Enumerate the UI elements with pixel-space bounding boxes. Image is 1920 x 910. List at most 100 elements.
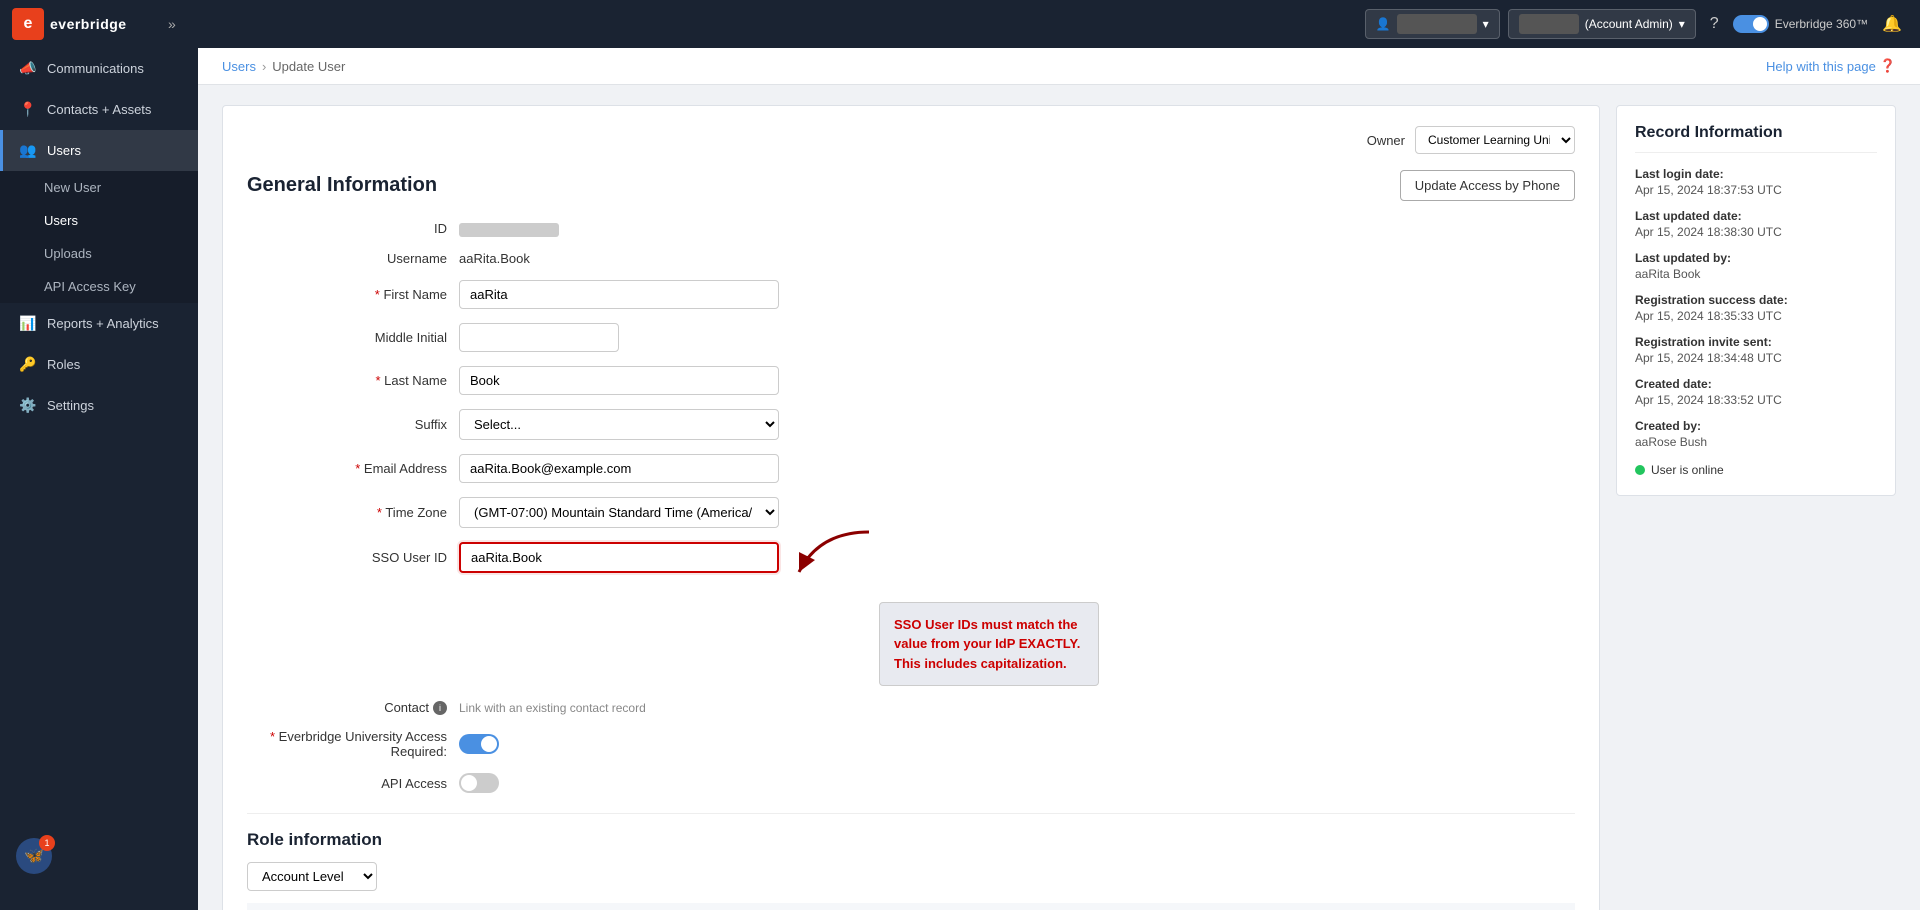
form-row-suffix: Suffix Select... [247,409,1575,440]
sidebar-sub-item-users[interactable]: Users [0,204,198,237]
created-date-label: Created date: [1635,377,1877,391]
everbridge360-toggle[interactable]: Everbridge 360™ [1733,15,1868,33]
email-label: Email Address [247,461,447,476]
sidebar-sub-item-api-access-key[interactable]: API Access Key [0,270,198,303]
sidebar-item-settings[interactable]: ⚙️ Settings [0,385,198,426]
sidebar-sub-item-new-user[interactable]: New User [0,171,198,204]
nav-icons: 👤 ▾ (Account Admin) ▾ ? Everbridge 360™ … [1365,9,1908,39]
breadcrumb-parent[interactable]: Users [222,59,256,74]
online-label: User is online [1651,463,1724,477]
last-name-label: Last Name [247,373,447,388]
sidebar-item-reports-analytics[interactable]: 📊 Reports + Analytics [0,303,198,344]
breadcrumb-current: Update User [272,59,345,74]
sidebar-toggle-button[interactable]: » [164,12,180,36]
sidebar-item-communications[interactable]: 📣 Communications [0,48,198,89]
form-row-id: ID [247,221,1575,237]
timezone-select[interactable]: (GMT-07:00) Mountain Standard Time (Amer… [459,497,779,528]
logo-text: everbridge [50,16,127,32]
users-icon: 👥 [19,142,37,159]
username-value: aaRita.Book [459,251,530,266]
section-header: General Information Update Access by Pho… [247,170,1575,201]
account-admin-label: (Account Admin) [1585,17,1673,31]
form-row-timezone: Time Zone (GMT-07:00) Mountain Standard … [247,497,1575,528]
logo-area: e everbridge [12,8,152,40]
avatar[interactable]: 🦋 1 [16,838,52,874]
sidebar-item-roles[interactable]: 🔑 Roles [0,344,198,385]
first-name-label: First Name [247,287,447,302]
suffix-label: Suffix [247,417,447,432]
middle-initial-input[interactable] [459,323,619,352]
record-row-created-by: Created by: aaRose Bush [1635,419,1877,449]
contact-link[interactable]: Link with an existing contact record [459,701,646,715]
notification-badge: 1 [39,835,55,851]
last-name-input[interactable] [459,366,779,395]
notification-button[interactable]: 🔔 [1876,10,1908,38]
form-row-first-name: First Name [247,280,1575,309]
owner-label: Owner [1367,133,1405,148]
update-phone-button[interactable]: Update Access by Phone [1400,170,1575,201]
annotation-area: SSO User IDs must match the value from y… [799,542,1099,687]
reg-success-value: Apr 15, 2024 18:35:33 UTC [1635,309,1877,323]
api-access-toggle[interactable] [459,773,499,793]
suffix-select[interactable]: Select... [459,409,779,440]
page-title: General Information [247,174,437,197]
toggle-row-api: API Access [247,773,1575,793]
breadcrumb-bar: Users › Update User Help with this page … [198,48,1920,85]
last-login-label: Last login date: [1635,167,1877,181]
breadcrumb: Users › Update User [222,59,345,74]
id-label: ID [247,221,447,236]
account-dropdown[interactable]: (Account Admin) ▾ [1508,9,1696,39]
sso-row-container: SSO User ID SSO Us [247,542,1575,687]
university-toggle[interactable] [459,734,499,754]
form-row-contact: Contact i Link with an existing contact … [247,700,1575,715]
record-row-created-date: Created date: Apr 15, 2024 18:33:52 UTC [1635,377,1877,407]
created-date-value: Apr 15, 2024 18:33:52 UTC [1635,393,1877,407]
form-row-last-name: Last Name [247,366,1575,395]
record-panel: Record Information Last login date: Apr … [1616,105,1896,496]
email-input[interactable] [459,454,779,483]
record-panel-title: Record Information [1635,124,1877,153]
col-header-actions [1445,903,1576,910]
user-icon: 👤 [1376,17,1391,31]
account-level-select[interactable]: Account Level [247,862,377,891]
sidebar-item-contacts-assets[interactable]: 📍 Contacts + Assets [0,89,198,130]
form-row-middle-initial: Middle Initial [247,323,1575,352]
first-name-input[interactable] [459,280,779,309]
breadcrumb-separator: › [262,59,266,74]
last-login-value: Apr 15, 2024 18:37:53 UTC [1635,183,1877,197]
toggle-row-university: Everbridge University Access Required: [247,729,1575,759]
reports-icon: 📊 [19,315,37,332]
last-updated-by-label: Last updated by: [1635,251,1877,265]
col-header-role-name: Role Name [1099,903,1445,910]
sso-user-id-input[interactable] [459,542,779,573]
sidebar-item-users[interactable]: 👥 Users [0,130,198,171]
sidebar-item-label: Reports + Analytics [47,316,159,331]
user-avatar-area: 🦋 1 [0,822,198,890]
help-link[interactable]: Help with this page ❓ [1766,58,1896,74]
page-body: Owner Customer Learning Univ General Inf… [198,85,1920,910]
chevron-down-icon: ▾ [1483,17,1489,31]
sidebar-sub-item-uploads[interactable]: Uploads [0,237,198,270]
created-by-value: aaRose Bush [1635,435,1877,449]
user-dropdown[interactable]: 👤 ▾ [1365,9,1500,39]
sidebar-item-label: Users [47,143,81,158]
contact-label: Contact i [247,700,447,715]
record-row-last-updated: Last updated date: Apr 15, 2024 18:38:30… [1635,209,1877,239]
annotation-tooltip: SSO User IDs must match the value from y… [879,602,1099,687]
sidebar-item-label: Settings [47,398,94,413]
role-table: Default Organization Role Type Role Name [247,903,1575,910]
owner-select[interactable]: Customer Learning Univ [1415,126,1575,154]
created-by-label: Created by: [1635,419,1877,433]
sidebar: 📣 Communications 📍 Contacts + Assets 👥 U… [0,48,198,910]
app-body: 📣 Communications 📍 Contacts + Assets 👥 U… [0,48,1920,910]
arrow-svg [789,522,909,602]
form-section: Owner Customer Learning Univ General Inf… [222,105,1600,910]
online-dot [1635,465,1645,475]
record-row-reg-success: Registration success date: Apr 15, 2024 … [1635,293,1877,323]
top-nav: e everbridge » 👤 ▾ (Account Admin) ▾ ? E… [0,0,1920,48]
help-button[interactable]: ? [1704,11,1725,37]
main-content: Users › Update User Help with this page … [198,48,1920,910]
contact-info-icon[interactable]: i [433,701,447,715]
role-dropdown-row: Account Level [247,862,1575,891]
id-value [459,221,559,237]
